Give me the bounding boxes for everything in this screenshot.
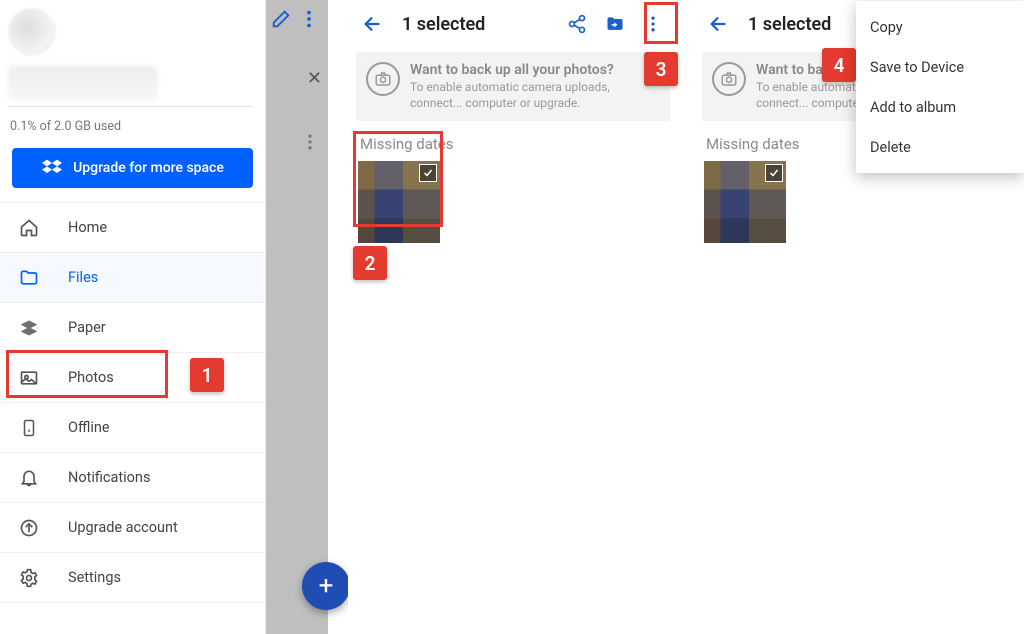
sidebar-item-label: Photos <box>68 369 114 386</box>
divider <box>8 106 253 107</box>
sidebar-item-notifications[interactable]: Notifications <box>0 453 265 503</box>
topbar: 1 selected <box>348 0 678 48</box>
sidebar-item-label: Notifications <box>68 469 150 486</box>
close-icon: ✕ <box>307 68 322 89</box>
paper-icon <box>18 317 40 339</box>
sidebar-item-label: Paper <box>68 319 106 336</box>
gear-icon <box>18 567 40 589</box>
photo-thumbnail-selected[interactable] <box>704 161 786 243</box>
sidebar-item-files[interactable]: Files <box>0 253 265 303</box>
photos-icon <box>18 367 40 389</box>
sidebar-drawer: 0.1% of 2.0 GB used Upgrade for more spa… <box>0 0 266 634</box>
bell-icon <box>18 467 40 489</box>
more-options-button[interactable] <box>638 9 668 39</box>
avatar <box>8 8 56 56</box>
sidebar-item-label: Settings <box>68 569 121 586</box>
menu-item-add-to-album[interactable]: Add to album <box>856 87 1024 127</box>
account-name-blur <box>8 66 158 100</box>
storage-usage-text: 0.1% of 2.0 GB used <box>10 119 265 134</box>
banner-subtitle: To enable automatic camera uploads, conn… <box>410 80 660 111</box>
share-button[interactable] <box>562 9 592 39</box>
camera-icon <box>366 62 400 96</box>
sidebar-item-paper[interactable]: Paper <box>0 303 265 353</box>
sidebar-nav: Home Files Paper Photos Offline <box>0 202 265 603</box>
sidebar-item-label: Upgrade account <box>68 519 178 536</box>
edit-icon <box>270 8 292 30</box>
back-button[interactable] <box>704 9 734 39</box>
upgrade-button-label: Upgrade for more space <box>73 160 224 176</box>
photos-screen-with-menu: 1 selected Want to back up all your phot… <box>694 0 1024 634</box>
menu-item-save-to-device[interactable]: Save to Device <box>856 47 1024 87</box>
menu-item-copy[interactable]: Copy <box>856 7 1024 47</box>
move-button[interactable] <box>600 9 630 39</box>
offline-icon <box>18 417 40 439</box>
folder-icon <box>18 267 40 289</box>
upgrade-icon <box>18 517 40 539</box>
sidebar-item-label: Offline <box>68 419 110 436</box>
home-icon <box>18 217 40 239</box>
upgrade-button[interactable]: Upgrade for more space <box>12 148 253 188</box>
context-menu: Copy Save to Device Add to album Delete <box>856 1 1024 173</box>
camera-icon <box>712 62 746 96</box>
topbar-title: 1 selected <box>402 14 554 35</box>
photo-thumbnail-selected[interactable] <box>358 161 440 243</box>
menu-item-delete[interactable]: Delete <box>856 127 1024 167</box>
back-button[interactable] <box>358 9 388 39</box>
more-vert-icon <box>300 132 320 152</box>
sidebar-item-label: Home <box>68 219 107 236</box>
backup-banner[interactable]: Want to back up all your photos? To enab… <box>356 52 670 121</box>
sidebar-item-settings[interactable]: Settings <box>0 553 265 603</box>
sidebar-item-photos[interactable]: Photos <box>0 353 265 403</box>
banner-title: Want to back up all your photos? <box>410 62 660 78</box>
background-dim: ✕ + <box>266 0 328 634</box>
plus-icon: + <box>319 571 334 601</box>
fab-add-button[interactable]: + <box>302 562 350 610</box>
sidebar-item-label: Files <box>68 269 98 286</box>
sidebar-item-home[interactable]: Home <box>0 203 265 253</box>
sidebar-item-upgrade-account[interactable]: Upgrade account <box>0 503 265 553</box>
photos-screen-selected: 1 selected Want to back up all your phot… <box>348 0 678 634</box>
section-header: Missing dates <box>360 135 678 153</box>
checkmark-icon <box>765 164 783 182</box>
dropbox-icon <box>41 157 63 179</box>
sidebar-item-offline[interactable]: Offline <box>0 403 265 453</box>
more-vert-icon <box>298 8 320 30</box>
checkmark-icon <box>419 164 437 182</box>
